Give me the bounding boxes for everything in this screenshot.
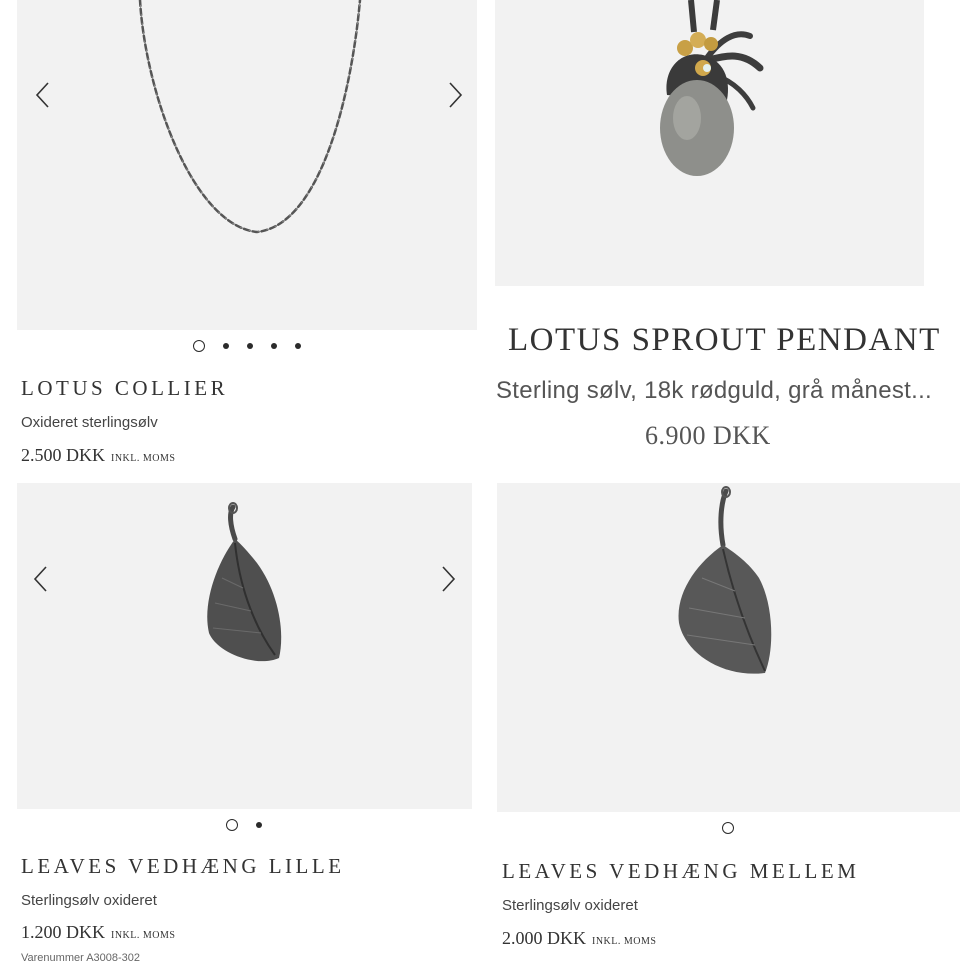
chevron-right-icon <box>442 566 456 592</box>
product-title[interactable]: LOTUS SPROUT PENDANT <box>508 322 941 359</box>
price-value: 2.000 DKK <box>502 928 586 948</box>
carousel-dot[interactable] <box>295 343 301 349</box>
product-image-leaves-vedhaeng-lille[interactable] <box>17 483 472 809</box>
product-price: 6.900 DKK <box>645 421 771 450</box>
carousel-dot[interactable] <box>226 819 238 831</box>
product-image-leaves-vedhaeng-mellem[interactable] <box>497 483 960 812</box>
leaf-pendant-medium-image <box>678 486 772 674</box>
product-price: 1.200 DKK INKL. MOMS <box>21 922 175 943</box>
product-sku: Varenummer A3008-302 <box>21 952 141 964</box>
product-subtitle: Sterlingsølv oxideret <box>502 897 638 914</box>
leaf-pendant-small-image <box>207 502 282 662</box>
product-image-lotus-sprout-pendant[interactable] <box>495 0 924 286</box>
pendant-grey-moonstone-image <box>660 0 764 176</box>
vat-label: INKL. MOMS <box>111 930 176 941</box>
product-price: 2.000 DKK INKL. MOMS <box>502 928 656 949</box>
carousel-dot[interactable] <box>247 343 253 349</box>
product-subtitle: Oxideret sterlingsølv <box>21 414 158 431</box>
product-image-lotus-collier[interactable] <box>17 0 477 330</box>
product-title[interactable]: LEAVES VEDHÆNG LILLE <box>21 854 345 879</box>
carousel-prev-button[interactable] <box>31 565 51 593</box>
product-subtitle: Sterling sølv, 18k rødguld, grå månest..… <box>496 377 933 404</box>
price-value: 2.500 DKK <box>21 445 105 465</box>
chevron-right-icon <box>449 82 463 108</box>
carousel-dot[interactable] <box>256 822 262 828</box>
product-price: 2.500 DKK INKL. MOMS <box>21 445 175 466</box>
product-title[interactable]: LEAVES VEDHÆNG MELLEM <box>502 859 859 884</box>
carousel-dot[interactable] <box>722 822 734 834</box>
vat-label: INKL. MOMS <box>111 453 176 464</box>
carousel-prev-button[interactable] <box>33 81 53 109</box>
necklace-chain-image <box>138 0 362 234</box>
carousel-dots <box>713 822 743 834</box>
carousel-dot[interactable] <box>271 343 277 349</box>
carousel-dots <box>217 819 271 831</box>
chevron-left-icon <box>33 566 47 592</box>
carousel-next-button[interactable] <box>445 81 465 109</box>
chevron-left-icon <box>35 82 49 108</box>
product-title[interactable]: LOTUS COLLIER <box>21 376 228 401</box>
price-value: 1.200 DKK <box>21 922 105 942</box>
carousel-dot[interactable] <box>193 340 205 352</box>
carousel-dot[interactable] <box>223 343 229 349</box>
carousel-dots <box>184 340 310 352</box>
vat-label: INKL. MOMS <box>592 936 657 947</box>
product-subtitle: Sterlingsølv oxideret <box>21 892 157 909</box>
carousel-next-button[interactable] <box>438 565 458 593</box>
